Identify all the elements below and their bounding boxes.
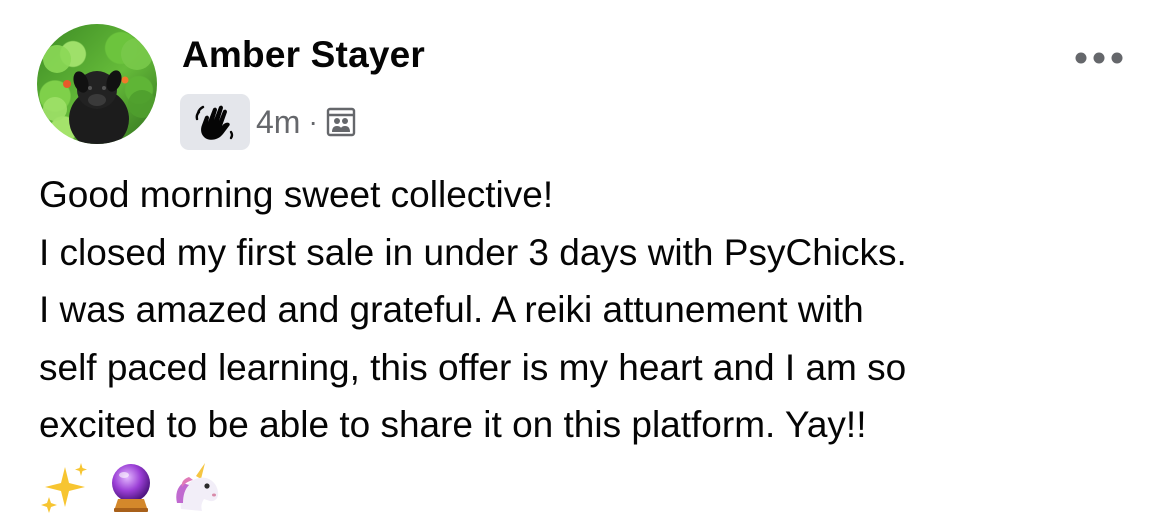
post-timestamp[interactable]: 4m <box>256 102 300 142</box>
unicorn-icon <box>176 462 219 511</box>
post-text-line: I was amazed and grateful. A reiki attun… <box>39 289 864 330</box>
post-text-line: self paced learning, this offer is my he… <box>39 346 907 388</box>
facebook-post: Amber Stayer 4m · Good morning sweet col… <box>0 0 1170 514</box>
avatar[interactable] <box>37 24 157 144</box>
author-name[interactable]: Amber Stayer <box>182 33 425 77</box>
sparkles-icon <box>41 462 87 513</box>
post-text-line: I closed my first sale in under 3 days w… <box>39 231 907 273</box>
waving-hand-badge[interactable] <box>180 94 250 150</box>
post-text-line: excited to be able to share it on this p… <box>39 404 867 445</box>
avatar-photo <box>43 38 156 144</box>
more-options-button[interactable] <box>1064 38 1134 78</box>
meta-separator: · <box>308 106 318 137</box>
audience-selector[interactable] <box>326 107 356 137</box>
post-text-line: Good morning sweet collective! <box>39 174 554 215</box>
more-options-icon <box>1075 52 1123 64</box>
emoji-row <box>39 460 1149 514</box>
crystal-ball-icon <box>112 463 150 512</box>
post-meta: 4m · <box>180 94 356 150</box>
waving-hand-icon <box>195 105 234 140</box>
post-text: Good morning sweet collective! I closed … <box>39 166 1149 514</box>
group-audience-icon <box>326 107 355 137</box>
